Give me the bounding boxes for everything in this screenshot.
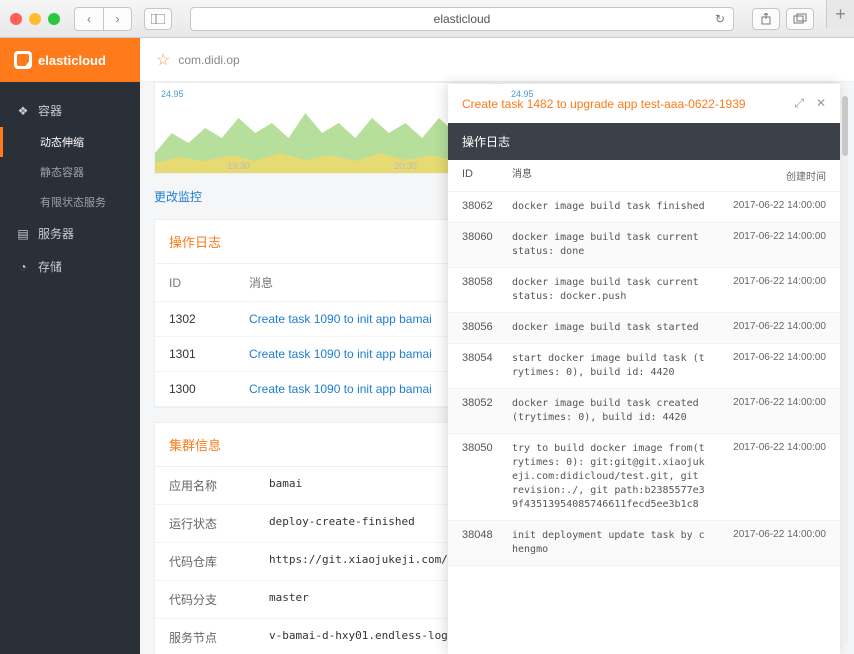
brand[interactable]: elasticloud: [0, 38, 140, 82]
star-icon[interactable]: ☆: [156, 50, 170, 70]
drawer-row: 38060docker image build task current sta…: [448, 223, 840, 268]
panel-icon: [151, 14, 165, 24]
url-text: elasticloud: [434, 12, 491, 26]
expand-icon[interactable]: ⤢: [794, 96, 804, 111]
window-controls[interactable]: [10, 13, 60, 25]
drawer-col-time: 创建时间: [718, 168, 826, 183]
sidebar-sub-fsm[interactable]: 有限状态服务: [0, 187, 140, 217]
back-button[interactable]: ‹: [75, 8, 103, 30]
share-icon: [760, 13, 772, 25]
chart-left: 24.95 19:3020:30: [154, 82, 490, 174]
minimize-window[interactable]: [29, 13, 41, 25]
tabs-icon: [793, 13, 807, 25]
sidebar-sub-static[interactable]: 静态容器: [0, 157, 140, 187]
sidebar: elasticloud ❖ 容器 动态伸缩 静态容器 有限状态服务 ▤ 服务器 …: [0, 38, 140, 654]
scroll-thumb[interactable]: [842, 96, 848, 156]
browser-toolbar: ‹ › elasticloud ↻ +: [0, 0, 854, 38]
drawer-col-id: ID: [462, 168, 502, 180]
sidebar-item-containers[interactable]: ❖ 容器: [0, 94, 140, 127]
cube-icon: ❖: [16, 104, 30, 118]
new-tab-button[interactable]: +: [826, 0, 854, 28]
brand-text: elasticloud: [38, 53, 106, 68]
breadcrumb-text: com.didi.op: [178, 53, 239, 67]
log-link[interactable]: Create task 1090 to init app bamai: [249, 312, 432, 326]
log-col-id: ID: [155, 264, 235, 302]
storage-icon: ◔: [16, 260, 30, 274]
forward-button[interactable]: ›: [103, 8, 131, 30]
drawer-row: 38058docker image build task current sta…: [448, 268, 840, 313]
drawer-col-msg: 消息: [512, 168, 708, 182]
drawer-subtitle: 操作日志: [448, 123, 840, 160]
server-icon: ▤: [16, 227, 30, 241]
address-bar[interactable]: elasticloud ↻: [190, 7, 734, 31]
task-drawer: Create task 1482 to upgrade app test-aaa…: [448, 84, 840, 654]
log-link[interactable]: Create task 1090 to init app bamai: [249, 382, 432, 396]
sidebar-item-storage[interactable]: ◔ 存储: [0, 250, 140, 283]
breadcrumb: ☆ com.didi.op: [140, 38, 854, 82]
tabs-button[interactable]: [786, 8, 814, 30]
drawer-row: 38062docker image build task finished201…: [448, 192, 840, 223]
drawer-row: 38054start docker image build task (tryt…: [448, 344, 840, 389]
scrollbar[interactable]: [842, 96, 848, 644]
link-more-monitoring[interactable]: 更改监控: [154, 182, 202, 219]
drawer-row: 38048init deployment update task by chen…: [448, 521, 840, 566]
reload-icon[interactable]: ↻: [715, 12, 725, 26]
drawer-title: Create task 1482 to upgrade app test-aaa…: [462, 97, 746, 111]
log-link[interactable]: Create task 1090 to init app bamai: [249, 347, 432, 361]
close-icon[interactable]: ✕: [816, 96, 826, 111]
close-window[interactable]: [10, 13, 22, 25]
drawer-row: 38056docker image build task started2017…: [448, 313, 840, 344]
sidebar-toggle-button[interactable]: [144, 8, 172, 30]
sidebar-sub-dynamic[interactable]: 动态伸缩: [0, 127, 140, 157]
drawer-row: 38052docker image build task created(try…: [448, 389, 840, 434]
brand-logo-icon: [14, 51, 32, 69]
sidebar-item-servers[interactable]: ▤ 服务器: [0, 217, 140, 250]
maximize-window[interactable]: [48, 13, 60, 25]
main-content: ☆ com.didi.op 24.95 19:3020:30 24.95: [140, 38, 854, 654]
share-button[interactable]: [752, 8, 780, 30]
drawer-row: 38050try to build docker image from(tryt…: [448, 434, 840, 521]
